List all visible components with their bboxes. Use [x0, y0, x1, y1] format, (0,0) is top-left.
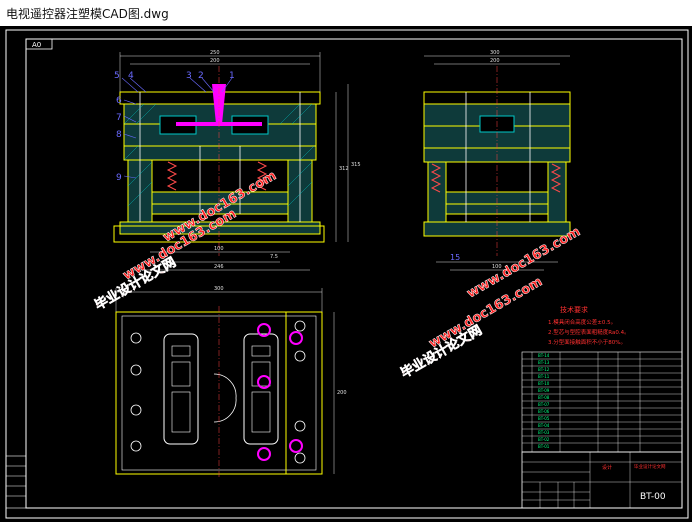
parts-code-11: BT-11: [538, 374, 550, 379]
left-revision-strip: [5, 455, 27, 509]
parts-list-table: BT-14 BT-13 BT-12 BT-11 BT-10 BT-09 BT-0…: [521, 351, 683, 453]
side-dim-0: 300: [490, 50, 500, 56]
title-company-cell: 毕业设计论文网: [634, 463, 666, 470]
parts-code-5: BT-05: [538, 416, 550, 421]
parts-code-3: BT-03: [538, 430, 550, 435]
cad-drawing: A0 250 200 312 315 100 246 7.5 5 4 3 2 1…: [5, 29, 689, 519]
title-block: 设计 毕业设计论文网 BT-00: [521, 451, 683, 509]
front-dim-1: 200: [210, 58, 220, 64]
parts-code-13: BT-13: [538, 360, 550, 365]
tech-req-title: 技术要求: [560, 305, 588, 314]
parts-code-14: BT-14: [538, 353, 550, 358]
parts-code-2: BT-02: [538, 437, 550, 442]
window-title-bar: 电视遥控器注塑模CAD图.dwg: [0, 0, 692, 27]
callout-9: 9: [116, 173, 122, 183]
parts-code-10: BT-10: [538, 381, 550, 386]
tech-req-3: 3.分型面接触面积不小于80%。: [548, 338, 626, 346]
callout-1: 1: [229, 71, 235, 81]
callout-7: 7: [116, 113, 122, 123]
parts-code-8: BT-08: [538, 395, 550, 400]
callout-8: 8: [116, 130, 122, 140]
parts-code-7: BT-07: [538, 402, 550, 407]
sheet-tag: A0: [32, 41, 41, 49]
front-dim-9: 7.5: [270, 254, 278, 260]
side-section-view: [423, 66, 571, 256]
title-design-cell: 设计: [602, 464, 612, 471]
technical-requirements: 技术要求 1.模具闭合高度公差±0.5。 2.型芯与型腔表面粗糙度Ra0.4。 …: [548, 305, 630, 346]
parts-code-9: BT-09: [538, 388, 550, 393]
parts-code-12: BT-12: [538, 367, 550, 372]
parts-code-4: BT-04: [538, 423, 550, 428]
callout-6: 6: [116, 96, 122, 106]
side-dim-1: 200: [490, 58, 500, 64]
front-dim-8: 246: [214, 264, 224, 270]
parts-code-6: BT-06: [538, 409, 550, 414]
callout-3: 3: [186, 71, 192, 81]
callout-2: 2: [198, 71, 204, 81]
plan-dim-0: 300: [214, 286, 224, 292]
front-dim-4: 315: [351, 162, 361, 168]
cad-canvas[interactable]: A0 250 200 312 315 100 246 7.5 5 4 3 2 1…: [0, 26, 692, 522]
tech-req-2: 2.型芯与型腔表面粗糙度Ra0.4。: [548, 328, 630, 336]
callout-15: 15: [450, 253, 460, 262]
tech-req-1: 1.模具闭合高度公差±0.5。: [548, 318, 616, 326]
parts-code-1: BT-01: [538, 444, 550, 449]
plan-view: [115, 306, 323, 478]
callout-5: 5: [114, 71, 120, 81]
front-dim-3: 312: [339, 166, 349, 172]
sheet-outer-border: [5, 29, 689, 519]
front-dim-0: 250: [210, 50, 220, 56]
front-dim-7: 100: [214, 246, 224, 252]
window-title: 电视遥控器注塑模CAD图.dwg: [6, 7, 169, 21]
front-view-dimensions: [119, 52, 349, 271]
drawing-number: BT-00: [640, 492, 666, 502]
plan-dim-1: 200: [337, 390, 347, 396]
callout-4: 4: [128, 71, 134, 81]
